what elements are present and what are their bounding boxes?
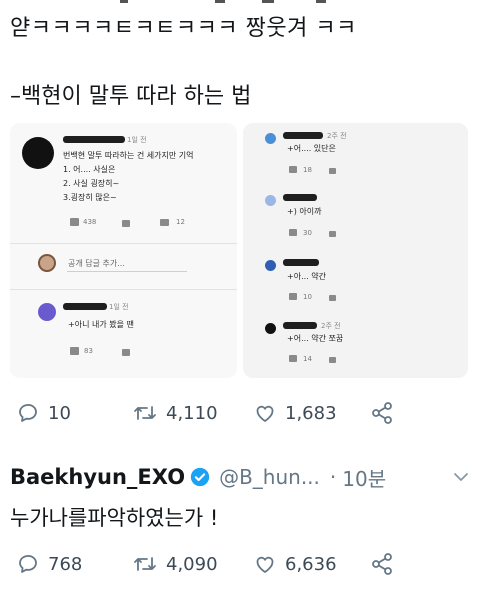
comment-text: +어... 약간 쪼꿈 [287,334,344,343]
reply-text: +아니 내가 봤을 땐 [68,320,134,329]
reply-input-underline [67,271,187,272]
like-button[interactable]: 6,636 [253,547,337,581]
comment-like-count: 18 [303,166,312,174]
post1-action-bar: 10 4,110 1,683 [0,396,480,430]
verified-badge-icon [190,467,210,487]
thumbs-up-icon[interactable] [289,166,297,173]
tweet-text: 누가나를파악하였는가 ! [10,506,219,530]
comment-line-4: 3.굉장히 많은~ [63,193,117,202]
comment-time: 2주 전 [327,132,347,140]
thumbs-down-icon[interactable] [122,349,130,356]
share-icon [372,402,392,424]
commenter-avatar [22,137,54,169]
comment-reply-count: 12 [176,218,185,226]
heart-icon [256,405,274,422]
thumbs-down-icon[interactable] [122,220,130,227]
comment-line-1: 번백현 말투 따라하는 건 세가지만 기억 [63,151,194,160]
comment-like-count: 14 [303,355,312,363]
thumbs-down-icon[interactable] [329,231,336,237]
time-separator: · [329,465,337,489]
commenter-avatar [265,195,276,206]
cropped-text-strip [0,0,480,4]
redacted-username [283,259,319,266]
like-count: 6,636 [285,553,337,575]
reply-count: 768 [48,553,83,575]
share-button[interactable] [370,552,394,580]
like-button[interactable]: 1,683 [253,396,337,430]
reply-input[interactable]: 공개 답글 추가... [68,258,125,269]
thumbs-up-icon[interactable] [70,347,79,355]
commenter-avatar [265,323,276,334]
retweet-count: 4,110 [166,402,218,424]
display-name[interactable]: Baekhyun_EXO [10,465,185,489]
retweet-icon [134,557,156,571]
comment-time: 1일 전 [127,136,147,144]
comment-like-count: 30 [303,229,312,237]
user-handle[interactable]: @B_hun... [219,465,320,489]
reply-time: 1일 전 [109,303,129,311]
thumbs-up-icon[interactable] [70,218,79,226]
thumbs-up-icon[interactable] [289,293,297,300]
commenter-avatar [265,133,276,144]
share-button[interactable] [370,401,394,429]
comment-text: +어.... 있단은 [287,144,336,153]
reply-button[interactable]: 768 [16,547,82,581]
reply-button[interactable]: 10 [16,396,71,430]
like-count: 1,683 [285,402,337,424]
attached-image-right[interactable]: 2주 전 +어.... 있단은 18 +) 아이까 30 +아... 약간 10… [243,123,468,378]
chevron-down-icon[interactable] [452,468,470,486]
retweet-button[interactable]: 4,090 [132,547,218,581]
thumbs-down-icon[interactable] [329,357,336,363]
divider [10,289,237,290]
redacted-username [63,136,125,143]
replier-avatar [38,303,56,321]
share-icon [372,553,392,575]
redacted-username [63,303,107,310]
attached-image-left[interactable]: 1일 전 번백현 말투 따라하는 건 세가지만 기억 1. 어.... 사실은 … [10,123,237,378]
redacted-username [283,322,317,329]
retweet-count: 4,090 [166,553,218,575]
thumbs-up-icon[interactable] [289,229,297,236]
heart-icon [256,556,274,573]
comment-like-count: 10 [303,293,312,301]
tweet-time[interactable]: 10분 [342,463,386,492]
comment-text: +아... 약간 [287,272,326,281]
thumbs-up-icon[interactable] [289,355,297,362]
thumbs-down-icon[interactable] [329,295,336,301]
comment-line-2: 1. 어.... 사실은 [63,165,116,174]
redacted-username [283,132,323,139]
reply-like-count: 83 [84,347,93,355]
my-avatar [38,254,56,272]
comment-time: 2주 전 [321,322,341,330]
redacted-username [283,194,317,201]
comment-text: +) 아이까 [287,207,322,216]
tweet-header: Baekhyun_EXO @B_hun... · 10분 [10,462,470,492]
comment-line-3: 2. 사실 굉장히~ [63,179,120,188]
comment-like-count: 438 [83,218,97,226]
reply-icon [19,404,37,422]
reply-icon[interactable] [160,219,169,226]
reply-count: 10 [48,402,71,424]
post-text-line-2: –백현이 말투 따라 하는 법 [10,84,252,109]
post-text-line-1: 얃ㅋㅋㅋㅋㅌㅋㅌㅋㅋㅋ 짱웃겨 ㅋㅋ [10,16,357,41]
retweet-icon [134,406,156,420]
thumbs-down-icon[interactable] [329,168,336,174]
commenter-avatar [265,260,276,271]
retweet-button[interactable]: 4,110 [132,396,218,430]
reply-icon [19,555,37,573]
tweet-action-bar: 768 4,090 6,636 [0,547,480,581]
divider [10,243,237,244]
